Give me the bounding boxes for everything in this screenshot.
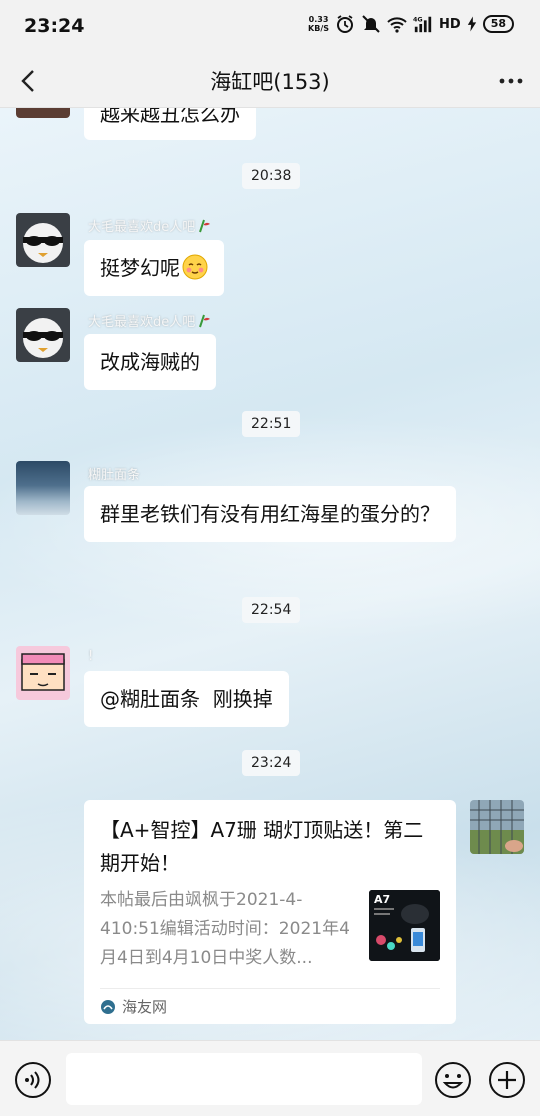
status-bar: 23:24 0.33 KB/S 4G HD 58 [0,0,540,54]
message-bubble[interactable]: 改成海贼的 [84,334,216,390]
bamboo-badge-icon [199,219,211,233]
message-bubble[interactable]: 挺梦幻呢 [84,240,224,296]
avatar[interactable] [16,213,70,267]
more-dots-icon[interactable] [496,66,526,96]
avatar[interactable] [16,308,70,362]
message-bubble[interactable]: 群里老铁们有没有用红海星的蛋分的？ [84,486,456,542]
battery-indicator: 58 [482,15,514,33]
message-text: 越来越丑怎么办 [100,108,240,126]
message-text: 改成海贼的 [100,350,200,374]
card-source: 海友网 [122,998,168,1016]
sender-name: ! [88,649,94,664]
blush-emoji-icon [182,254,208,280]
input-bar [0,1040,540,1116]
net-speed: 0.33 KB/S [308,15,330,33]
hd-icon: HD [439,16,461,32]
avatar[interactable] [16,646,70,700]
source-logo-icon [101,999,115,1014]
bamboo-badge-icon [199,314,211,328]
mute-icon [362,15,380,33]
voice-icon[interactable] [14,1061,52,1099]
status-time: 23:24 [24,15,85,37]
signal-icon: 4G [413,16,432,33]
message-list[interactable]: 越来越丑怎么办 20:38 大毛最喜欢de人吧 挺梦幻呢 大毛最喜欢de人吧 改… [0,108,540,1040]
wifi-icon [387,17,407,33]
card-footer: 海友网 [100,988,440,1024]
svg-text:4G: 4G [413,16,423,23]
plus-icon[interactable] [488,1061,526,1099]
sender-name: 大毛最喜欢de人吧 [88,216,211,235]
timestamp: 22:51 [242,411,301,437]
alarm-icon [337,15,354,33]
my-avatar[interactable] [470,800,524,854]
message-text: 挺梦幻呢 [100,256,180,280]
charging-icon [467,16,476,32]
message-text: 群里老铁们有没有用红海星的蛋分的？ [100,502,440,526]
sender-name: 大毛最喜欢de人吧 [88,311,211,330]
message-input[interactable] [66,1053,422,1105]
card-description: 本帖最后由飒枫于2021-4-410:51编辑活动时间：2021年4月4日到4月… [100,890,350,968]
chat-header: 海缸吧(153) [0,54,540,108]
message-bubble[interactable]: 越来越丑怎么办 [84,108,256,140]
chat-title: 海缸吧(153) [210,70,330,94]
message-bubble[interactable]: @糊肚面条 刚换掉 [84,671,289,727]
svg-text:A7: A7 [374,893,390,906]
timestamp: 23:24 [242,750,301,776]
message-text: @糊肚面条 刚换掉 [100,687,273,711]
status-icons: 0.33 KB/S 4G HD 58 [308,14,514,34]
card-title: 【A+智控】A7珊 瑚灯顶贴送！第二期开始！ [100,818,424,875]
avatar[interactable] [16,461,70,515]
sender-name: 糊肚面条 [88,468,141,483]
emoji-icon[interactable] [434,1061,472,1099]
timestamp: 22:54 [242,597,301,623]
link-card[interactable]: 【A+智控】A7珊 瑚灯顶贴送！第二期开始！ 本帖最后由飒枫于2021-4-41… [84,800,456,1024]
card-thumbnail: A7 [369,890,440,961]
avatar[interactable] [16,108,70,118]
timestamp: 20:38 [242,163,301,189]
